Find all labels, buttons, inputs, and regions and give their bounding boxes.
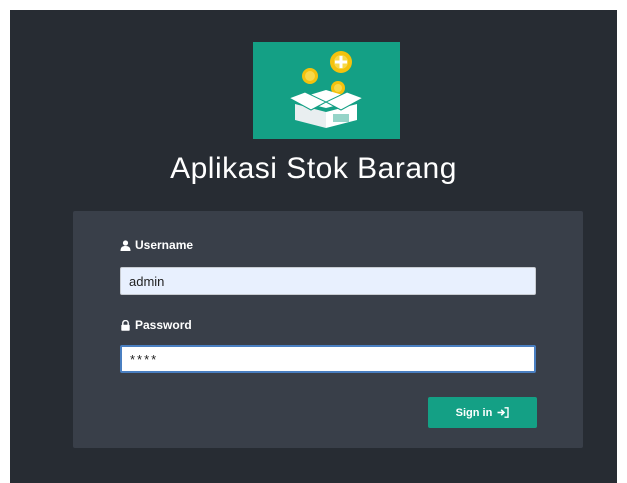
username-label-text: Username	[135, 238, 194, 252]
login-form: Username Password Sign in	[73, 211, 583, 448]
password-label: Password	[120, 318, 192, 332]
sign-in-icon	[497, 407, 510, 418]
sign-in-button[interactable]: Sign in	[428, 397, 537, 428]
password-label-text: Password	[135, 318, 192, 332]
login-screen: Aplikasi Stok Barang Username Password	[10, 10, 617, 483]
user-icon	[120, 239, 131, 251]
username-label: Username	[120, 238, 193, 252]
app-logo	[253, 42, 400, 139]
password-input[interactable]	[120, 345, 536, 373]
app-title: Aplikasi Stok Barang	[170, 152, 457, 185]
sign-in-button-label: Sign in	[455, 406, 493, 419]
username-input[interactable]	[120, 267, 536, 295]
box-with-coins-logo	[287, 51, 365, 128]
lock-icon	[120, 319, 131, 331]
